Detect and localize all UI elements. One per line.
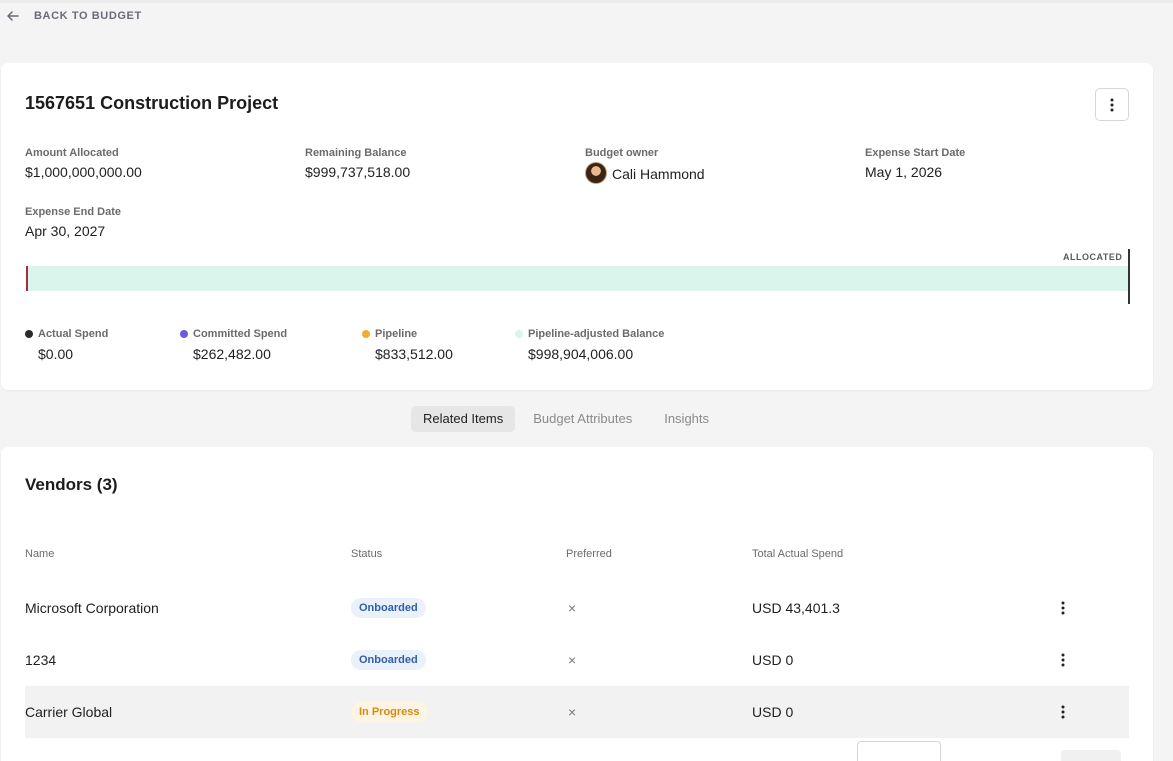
page-size-select[interactable] bbox=[857, 741, 941, 761]
x-icon: × bbox=[568, 600, 577, 616]
legend-value: $998,904,006.00 bbox=[528, 346, 634, 362]
remaining-balance-field: Remaining Balance $999,737,518.00 bbox=[305, 147, 410, 180]
x-icon: × bbox=[568, 704, 577, 720]
budget-owner-field: Budget owner Cali Hammond bbox=[585, 147, 705, 184]
budget-bar bbox=[26, 266, 1129, 291]
column-header-preferred[interactable]: Preferred bbox=[566, 548, 612, 560]
legend-dot bbox=[515, 330, 523, 338]
back-to-budget-link[interactable]: BACK TO BUDGET bbox=[6, 9, 142, 23]
top-divider bbox=[0, 0, 1173, 3]
kebab-vertical-icon bbox=[1061, 653, 1065, 667]
kebab-vertical-icon bbox=[1061, 601, 1065, 615]
x-icon: × bbox=[568, 652, 577, 668]
field-value: Apr 30, 2027 bbox=[25, 223, 106, 239]
kebab-vertical-icon bbox=[1061, 705, 1065, 719]
column-header-status[interactable]: Status bbox=[351, 548, 382, 560]
legend-value: $0.00 bbox=[38, 346, 74, 362]
field-label: Remaining Balance bbox=[305, 147, 407, 159]
row-menu-button[interactable] bbox=[1061, 582, 1065, 634]
expense-end-field: Expense End Date Apr 30, 2027 bbox=[25, 206, 121, 239]
status-badge: Onboarded bbox=[351, 598, 426, 618]
allocated-marker bbox=[1128, 249, 1130, 304]
budget-summary-card: 1567651 Construction Project Amount Allo… bbox=[1, 63, 1153, 390]
legend-label: Actual Spend bbox=[38, 328, 109, 340]
column-header-name[interactable]: Name bbox=[25, 548, 54, 560]
field-value: May 1, 2026 bbox=[865, 164, 943, 180]
owner-row[interactable]: Cali Hammond bbox=[585, 162, 705, 184]
legend-pipeline-adjusted-balance: Pipeline-adjusted Balance $998,904,006.0… bbox=[515, 328, 664, 362]
legend-label: Committed Spend bbox=[193, 328, 288, 340]
back-label: BACK TO BUDGET bbox=[34, 10, 142, 22]
field-value: $999,737,518.00 bbox=[305, 164, 411, 180]
tab-budget-attributes[interactable]: Budget Attributes bbox=[519, 406, 646, 432]
expense-start-field: Expense Start Date May 1, 2026 bbox=[865, 147, 965, 180]
vendors-card: Vendors (3) Name Status Preferred Total … bbox=[1, 447, 1153, 761]
legend-pipeline: Pipeline $833,512.00 bbox=[362, 328, 453, 362]
project-menu-button[interactable] bbox=[1095, 88, 1129, 121]
total-actual-spend: USD 0 bbox=[752, 652, 794, 668]
field-label: Expense Start Date bbox=[865, 147, 966, 159]
tab-bar: Related Items Budget Attributes Insights bbox=[411, 406, 723, 432]
amount-allocated-field: Amount Allocated $1,000,000,000.00 bbox=[25, 147, 142, 180]
status-badge: Onboarded bbox=[351, 650, 426, 670]
kebab-vertical-icon bbox=[1110, 98, 1114, 111]
legend-dot bbox=[362, 330, 370, 338]
legend-label: Pipeline bbox=[375, 328, 418, 340]
field-label: Amount Allocated bbox=[25, 147, 119, 159]
table-row[interactable]: Microsoft Corporation Onboarded × USD 43… bbox=[25, 582, 1129, 634]
vendor-name[interactable]: Microsoft Corporation bbox=[25, 582, 159, 634]
row-menu-button[interactable] bbox=[1061, 686, 1065, 738]
avatar bbox=[585, 162, 607, 184]
legend-dot bbox=[25, 330, 33, 338]
column-header-total-actual-spend[interactable]: Total Actual Spend bbox=[752, 548, 843, 560]
legend-value: $262,482.00 bbox=[193, 346, 271, 362]
legend-value: $833,512.00 bbox=[375, 346, 453, 362]
status-badge: In Progress bbox=[351, 702, 428, 722]
vendor-name[interactable]: 1234 bbox=[25, 634, 56, 686]
allocated-label: ALLOCATED bbox=[1063, 252, 1123, 262]
vendor-name[interactable]: Carrier Global bbox=[25, 686, 112, 738]
tab-insights[interactable]: Insights bbox=[650, 406, 723, 432]
project-title: 1567651 Construction Project bbox=[25, 93, 279, 113]
tab-related-items[interactable]: Related Items bbox=[411, 406, 516, 432]
legend-committed-spend: Committed Spend $262,482.00 bbox=[180, 328, 287, 362]
legend-actual-spend: Actual Spend $0.00 bbox=[25, 328, 108, 362]
total-actual-spend: USD 43,401.3 bbox=[752, 600, 840, 616]
field-label: Expense End Date bbox=[25, 206, 121, 218]
vendors-title: Vendors (3) bbox=[25, 475, 118, 494]
field-value: $1,000,000,000.00 bbox=[25, 164, 142, 180]
legend-dot bbox=[180, 330, 188, 338]
field-label: Budget owner bbox=[585, 147, 659, 159]
owner-name: Cali Hammond bbox=[612, 166, 705, 182]
row-menu-button[interactable] bbox=[1061, 634, 1065, 686]
actual-spend-bar bbox=[26, 266, 28, 291]
pagination-controls[interactable] bbox=[1061, 750, 1121, 761]
legend-label: Pipeline-adjusted Balance bbox=[528, 328, 665, 340]
table-row[interactable]: Carrier Global In Progress × USD 0 bbox=[25, 686, 1129, 738]
total-actual-spend: USD 0 bbox=[752, 704, 794, 720]
table-row[interactable]: 1234 Onboarded × USD 0 bbox=[25, 634, 1129, 686]
arrow-left-icon bbox=[7, 11, 19, 21]
